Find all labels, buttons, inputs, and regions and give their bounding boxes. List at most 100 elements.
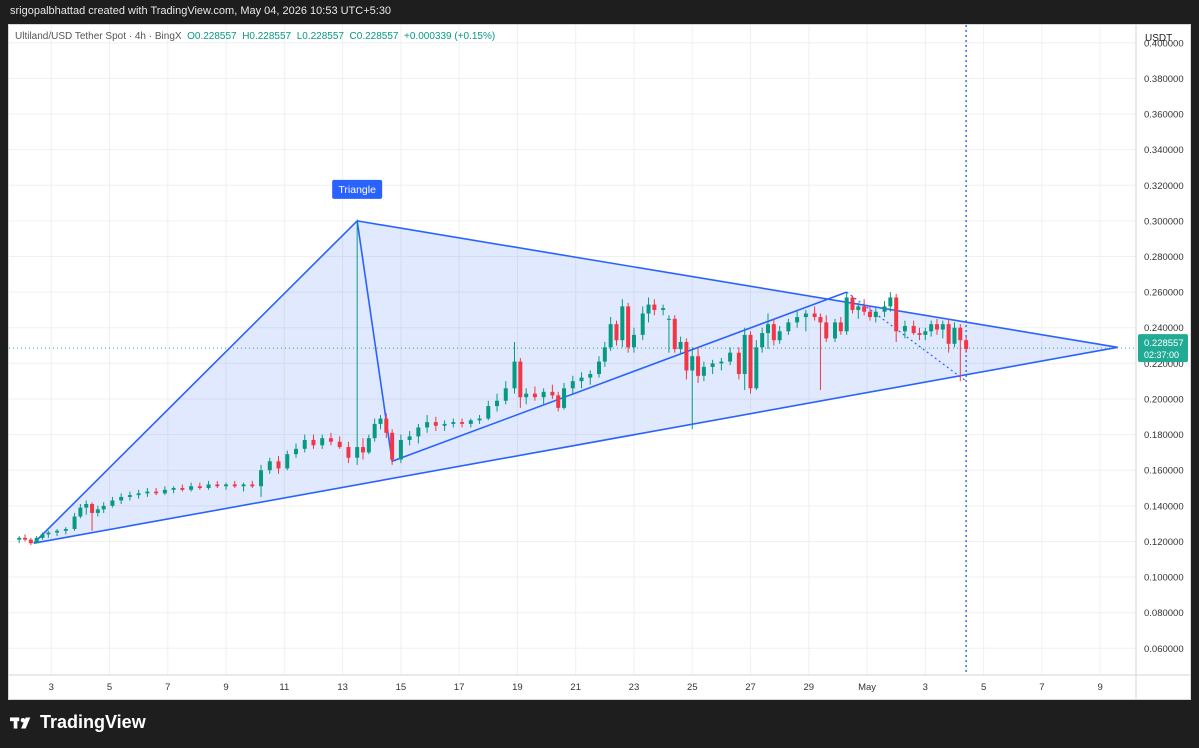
candle-body — [46, 532, 51, 535]
time-tick-label: 7 — [165, 682, 170, 693]
candle-body — [626, 306, 631, 348]
candle-body — [72, 516, 77, 529]
candle-body — [765, 324, 770, 334]
candle-body — [503, 388, 508, 401]
candle-body — [888, 297, 893, 307]
tradingview-icon — [10, 716, 31, 729]
candle-body — [923, 331, 928, 335]
candle-body — [361, 447, 366, 453]
candle-body — [812, 313, 817, 318]
candle-body — [701, 366, 706, 376]
price-tick-label: 0.100000 — [1144, 573, 1184, 584]
time-tick-label: 19 — [512, 682, 523, 693]
price-tick-label: 0.160000 — [1144, 466, 1184, 477]
candle-body — [372, 423, 377, 439]
candle-body — [631, 334, 636, 348]
time-tick-label: 25 — [687, 682, 698, 693]
price-tick-label: 0.140000 — [1144, 501, 1184, 512]
candle-body — [215, 484, 220, 487]
candle-body — [958, 327, 963, 341]
candle-body — [597, 361, 602, 375]
time-tick-label: 3 — [923, 682, 928, 693]
candle-body — [267, 461, 272, 471]
candle-body — [136, 493, 141, 496]
candle-body — [754, 347, 759, 389]
tradingview-logo[interactable]: TradingView — [10, 712, 146, 733]
candle-body — [63, 528, 68, 531]
candle-body — [40, 534, 45, 538]
price-tick-label: 0.060000 — [1144, 644, 1184, 655]
candle-body — [311, 439, 316, 446]
candle-body — [882, 306, 887, 312]
candle-body — [23, 537, 28, 540]
price-tick-label: 0.260000 — [1144, 288, 1184, 299]
price-tick-label: 0.080000 — [1144, 608, 1184, 619]
candle-body — [171, 488, 176, 490]
candle-body — [760, 333, 765, 348]
candle-body — [929, 324, 934, 332]
legend-low: L0.228557 — [296, 31, 344, 42]
legend-high: H0.228557 — [242, 31, 292, 42]
symbol-legend: Ultiland/USD Tether Spot · 4h · BingX O0… — [15, 31, 495, 42]
candle-body — [259, 470, 264, 487]
candle-body — [127, 495, 132, 497]
candle-body — [795, 317, 800, 323]
candle-body — [486, 406, 491, 419]
candle-body — [833, 322, 838, 339]
time-tick-label: 21 — [570, 682, 581, 693]
candle-body — [101, 505, 106, 510]
time-tick-label: 13 — [337, 682, 348, 693]
price-chart[interactable]: Triangle 0.060000 0.080000 0.100000 0.12000… — [9, 25, 1190, 699]
candle-body — [952, 327, 957, 344]
candle-body — [17, 537, 22, 540]
price-tick-label: 0.380000 — [1144, 74, 1184, 85]
candle-body — [570, 381, 575, 389]
price-tick-label: 0.320000 — [1144, 181, 1184, 192]
time-tick-label: 29 — [803, 682, 814, 693]
candle-body — [652, 304, 657, 310]
candle-body — [55, 530, 60, 533]
legend-symbol: Ultiland/USD Tether Spot · 4h · BingX — [15, 31, 182, 42]
candle-body — [818, 317, 823, 323]
candle-body — [684, 341, 689, 371]
candle-body — [407, 436, 412, 440]
candle-body — [742, 334, 747, 375]
candle-body — [250, 484, 255, 487]
candle-body — [911, 325, 916, 334]
time-axis: 3 5 7 9 11 13 15 17 19 21 23 25 27 29 May 3 5 7 9 — [9, 674, 1190, 693]
time-tick-label: 17 — [454, 682, 465, 693]
candle-body — [518, 361, 523, 398]
candle-body — [748, 334, 753, 389]
top-caption-bar: srigopalbhattad created with TradingView… — [0, 0, 1199, 24]
candle-body — [390, 432, 395, 460]
time-tick-label: 5 — [981, 682, 986, 693]
triangle-label: Triangle — [338, 184, 376, 196]
candle-body — [162, 489, 167, 494]
price-tick-label: 0.340000 — [1144, 145, 1184, 156]
candle-body — [850, 297, 855, 310]
candle-body — [451, 422, 456, 424]
axis-currency-label: USDT — [1145, 33, 1172, 44]
candle-body — [532, 393, 537, 398]
footer-bar: TradingView — [0, 700, 1199, 748]
candle-body — [477, 418, 482, 421]
chart-panel[interactable]: Triangle 0.060000 0.080000 0.100000 0.12000… — [8, 24, 1191, 700]
candle-body — [346, 447, 351, 458]
candle-body — [206, 484, 211, 489]
candle-body — [873, 311, 878, 318]
candle-body — [384, 418, 389, 433]
candle-body — [224, 484, 229, 487]
candle-body — [803, 313, 808, 318]
candle-body — [728, 352, 733, 362]
candle-body — [666, 318, 671, 320]
current-price-countdown: 02:37:00 — [1144, 350, 1179, 360]
candle-body — [34, 537, 39, 544]
candle-body — [661, 308, 666, 310]
candle-body — [934, 324, 939, 330]
candle-body — [355, 447, 360, 458]
candle-body — [786, 322, 791, 332]
candle-body — [614, 324, 619, 341]
time-tick-label: 9 — [1097, 682, 1102, 693]
candle-body — [328, 438, 333, 442]
candle-body — [917, 333, 922, 335]
